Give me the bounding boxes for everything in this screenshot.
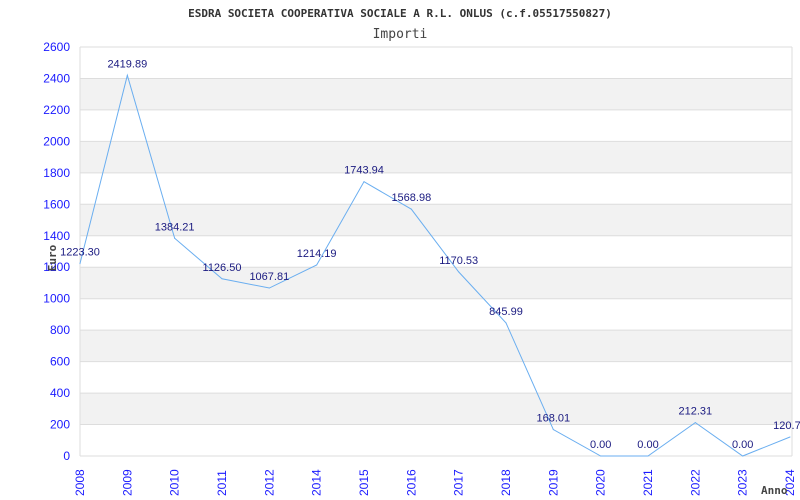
data-point [268, 287, 270, 289]
x-tick-label: 2010 [168, 469, 182, 496]
x-tick-label: 2016 [404, 469, 418, 496]
grid-band [80, 141, 792, 173]
y-tick-label: 2000 [43, 134, 70, 148]
data-point [126, 74, 128, 76]
data-point [174, 237, 176, 239]
line-chart: ESDRA SOCIETA COOPERATIVA SOCIALE A R.L.… [43, 7, 800, 497]
grid-band [80, 78, 792, 110]
data-point [647, 455, 649, 457]
data-label: 0.00 [590, 439, 611, 451]
data-point [79, 263, 81, 265]
data-point [363, 181, 365, 183]
y-tick-label: 600 [50, 355, 70, 369]
y-tick-label: 2600 [43, 40, 70, 54]
y-tick-label: 400 [50, 386, 70, 400]
x-tick-label: 2015 [357, 469, 371, 496]
x-tick-label: 2011 [215, 470, 229, 496]
y-tick-label: 2400 [43, 71, 70, 85]
y-tick-label: 200 [50, 418, 70, 432]
y-tick-label: 1800 [43, 166, 70, 180]
data-label: 1223.30 [60, 247, 100, 259]
data-label: 0.00 [732, 439, 753, 451]
data-label: 120.73 [773, 420, 800, 432]
y-tick-label: 800 [50, 323, 70, 337]
y-tick-label: 1600 [43, 197, 70, 211]
x-tick-label: 2018 [499, 469, 513, 496]
x-tick-label: 2020 [594, 469, 608, 496]
data-point [742, 455, 744, 457]
data-label: 0.00 [637, 439, 658, 451]
data-point [221, 278, 223, 280]
x-tick-label: 2012 [262, 469, 276, 496]
data-point [410, 208, 412, 210]
chart-title: ESDRA SOCIETA COOPERATIVA SOCIALE A R.L.… [188, 7, 612, 20]
x-tick-label: 2009 [120, 469, 134, 496]
x-tick-label: 2023 [736, 469, 750, 496]
y-tick-label: 1400 [43, 229, 70, 243]
data-point [600, 455, 602, 457]
data-point [694, 422, 696, 424]
x-tick-label: 2017 [452, 469, 466, 496]
data-label: 1568.98 [391, 192, 431, 204]
grid-band [80, 267, 792, 299]
data-label: 1067.81 [249, 271, 289, 283]
data-point [458, 271, 460, 273]
x-tick-label: 2008 [73, 469, 87, 496]
data-point [552, 429, 554, 431]
x-tick-label: 2022 [688, 469, 702, 496]
y-tick-label: 1000 [43, 292, 70, 306]
data-label: 845.99 [489, 306, 523, 318]
x-tick-label: 2014 [310, 469, 324, 496]
y-tick-label: 0 [63, 449, 70, 463]
data-point [789, 436, 791, 438]
data-point [316, 264, 318, 266]
data-label: 1384.21 [155, 221, 195, 233]
grid-band [80, 330, 792, 362]
x-axis-label: Anno [761, 484, 788, 497]
data-label: 1170.53 [439, 255, 478, 267]
data-point [505, 322, 507, 324]
x-tick-label: 2021 [641, 469, 655, 496]
x-tick-label: 2019 [546, 469, 560, 496]
chart-subtitle: Importi [373, 27, 428, 42]
y-tick-label: 2200 [43, 103, 70, 117]
data-label: 1214.19 [297, 248, 337, 260]
data-label: 1743.94 [344, 165, 384, 177]
data-label: 212.31 [679, 406, 713, 418]
data-label: 1126.50 [203, 262, 242, 274]
y-axis-label: Euro [46, 244, 59, 271]
data-label: 2419.89 [107, 58, 147, 70]
data-label: 168.01 [537, 413, 571, 425]
